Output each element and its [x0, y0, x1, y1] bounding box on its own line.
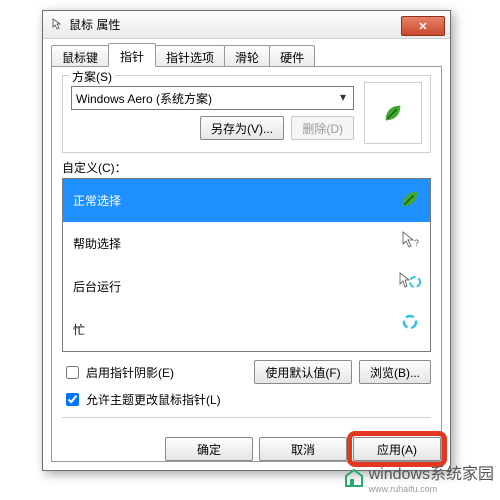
logo-icon	[343, 466, 365, 488]
cancel-button[interactable]: 取消	[259, 437, 347, 461]
close-icon: ✕	[418, 20, 427, 33]
tab-pane-pointers: 方案(S) Windows Aero (系统方案) ▾ 另存为(V)... 删除…	[51, 66, 442, 462]
watermark: windows系统家园 www.ruhaifu.com	[343, 460, 494, 494]
busy-cursor-icon	[398, 314, 422, 330]
working-cursor-icon	[398, 272, 422, 292]
list-item[interactable]: 忙	[63, 308, 430, 351]
watermark-brand: windows系统家园	[369, 460, 494, 484]
scheme-value: Windows Aero (系统方案)	[76, 90, 212, 107]
theme-label: 允许主题更改鼠标指针(L)	[86, 391, 221, 408]
leaf-cursor-icon	[382, 102, 404, 124]
tab-strip: 鼠标键 指针 指针选项 滑轮 硬件	[51, 45, 442, 67]
pointer-preview	[364, 82, 422, 144]
close-button[interactable]: ✕	[401, 16, 445, 36]
theme-checkbox[interactable]: 允许主题更改鼠标指针(L)	[62, 390, 431, 409]
svg-text:?: ?	[414, 238, 419, 248]
use-default-button[interactable]: 使用默认值(F)	[254, 360, 351, 384]
delete-button: 删除(D)	[291, 116, 354, 140]
shadow-checkbox[interactable]: 启用指针阴影(E)	[62, 363, 174, 382]
help-cursor-icon: ?	[398, 230, 422, 250]
scheme-legend: 方案(S)	[69, 68, 115, 85]
list-item[interactable]: 后台运行	[63, 265, 430, 308]
save-as-button[interactable]: 另存为(V)...	[200, 116, 284, 140]
ok-button[interactable]: 确定	[165, 437, 253, 461]
dialog-body: 鼠标键 指针 指针选项 滑轮 硬件 方案(S) Windows Aero (系统…	[51, 45, 442, 462]
list-item-label: 帮助选择	[73, 235, 121, 252]
scheme-group: 方案(S) Windows Aero (系统方案) ▾ 另存为(V)... 删除…	[62, 75, 431, 153]
shadow-label: 启用指针阴影(E)	[86, 364, 174, 381]
list-item-label: 后台运行	[73, 278, 121, 295]
separator	[62, 417, 431, 418]
apply-button[interactable]: 应用(A)	[353, 437, 441, 461]
tab-pointers[interactable]: 指针	[108, 43, 156, 67]
list-item[interactable]: 帮助选择 ?	[63, 222, 430, 265]
scheme-combobox[interactable]: Windows Aero (系统方案) ▾	[71, 86, 354, 110]
tab-pointer-options[interactable]: 指针选项	[155, 45, 225, 67]
tab-hardware[interactable]: 硬件	[269, 45, 315, 67]
titlebar: 鼠标 属性 ✕	[43, 11, 450, 39]
list-item-label: 正常选择	[73, 192, 121, 209]
leaf-cursor-icon	[398, 188, 422, 210]
pointer-list[interactable]: 正常选择 帮助选择 ? 后台运行	[62, 178, 431, 352]
shadow-checkbox-input[interactable]	[66, 366, 79, 379]
list-item[interactable]: 正常选择	[63, 179, 430, 222]
customize-label: 自定义(C)：	[62, 159, 431, 176]
mouse-properties-dialog: 鼠标 属性 ✕ 鼠标键 指针 指针选项 滑轮 硬件 方案(S) Windows …	[42, 10, 451, 471]
watermark-url: www.ruhaifu.com	[369, 484, 494, 494]
dialog-footer: 确定 取消 应用(A)	[165, 437, 441, 461]
browse-button[interactable]: 浏览(B)...	[359, 360, 431, 384]
tab-buttons[interactable]: 鼠标键	[51, 45, 109, 67]
window-title: 鼠标 属性	[69, 16, 401, 33]
chevron-down-icon: ▾	[335, 89, 351, 105]
mouse-icon	[48, 17, 64, 33]
list-item-label: 忙	[73, 321, 85, 338]
tab-wheel[interactable]: 滑轮	[224, 45, 270, 67]
theme-checkbox-input[interactable]	[66, 393, 79, 406]
